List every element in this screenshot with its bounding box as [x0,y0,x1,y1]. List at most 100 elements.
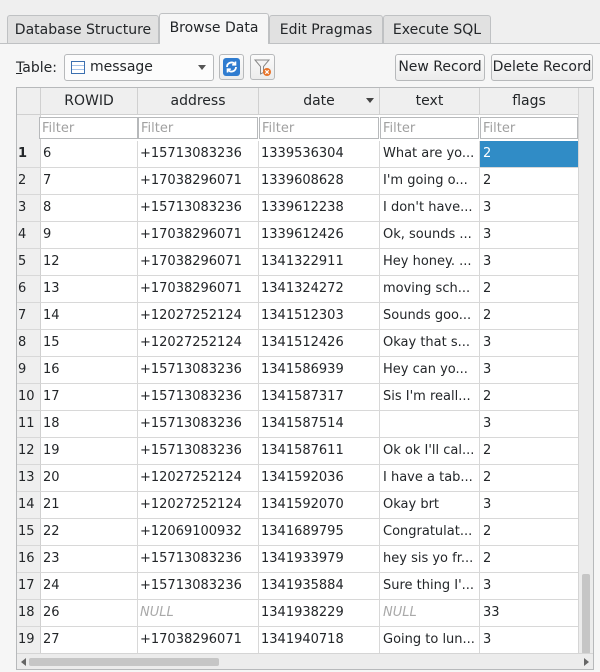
cell-rowid[interactable]: 9 [41,222,138,249]
cell-text[interactable]: Ok ok I'll cal... [380,438,480,465]
tab-edit-pragmas[interactable]: Edit Pragmas [269,15,383,44]
cell-date[interactable]: 1341938229 [259,600,380,627]
cell-date[interactable]: 1341592036 [259,465,380,492]
cell-flags[interactable]: 2 [480,276,580,303]
cell-rowid[interactable]: 27 [41,627,138,654]
delete-record-button[interactable]: Delete Record [491,54,593,81]
row-number[interactable]: 1 [17,141,41,168]
cell-address[interactable]: +12027252124 [138,465,259,492]
grid-corner[interactable] [17,88,41,115]
scroll-right-icon[interactable] [584,658,589,666]
cell-text[interactable]: Sure thing I'... [380,573,480,600]
filter-input-flags[interactable] [480,117,578,139]
cell-text[interactable]: Sis I'm reall... [380,384,480,411]
cell-address[interactable]: NULL [138,600,259,627]
cell-flags[interactable]: 3 [480,411,580,438]
table-row[interactable]: 16 23 +15713083236 1341933979 hey sis yo fr.… [17,546,580,573]
cell-address[interactable]: +17038296071 [138,627,259,654]
clear-filters-button[interactable] [250,54,275,80]
cell-address[interactable]: +15713083236 [138,357,259,384]
new-record-button[interactable]: New Record [395,54,485,81]
cell-address[interactable]: +15713083236 [138,546,259,573]
cell-text[interactable]: NULL [380,600,480,627]
cell-text[interactable]: moving sch... [380,276,480,303]
column-header-rowid[interactable]: ROWID [41,88,138,115]
table-row[interactable]: 2 7 +17038296071 1339608628 I'm going o... 2 [17,168,580,195]
cell-address[interactable]: +17038296071 [138,168,259,195]
cell-rowid[interactable]: 19 [41,438,138,465]
filter-input-date[interactable] [259,117,379,139]
cell-rowid[interactable]: 15 [41,330,138,357]
cell-flags[interactable]: 2 [480,141,580,168]
cell-date[interactable]: 1339612426 [259,222,380,249]
scroll-left-icon[interactable] [21,658,26,666]
cell-address[interactable]: +17038296071 [138,276,259,303]
cell-rowid[interactable]: 6 [41,141,138,168]
cell-rowid[interactable]: 7 [41,168,138,195]
vertical-scrollbar[interactable] [578,88,593,654]
cell-date[interactable]: 1341933979 [259,546,380,573]
cell-text[interactable]: I have a tab... [380,465,480,492]
cell-address[interactable]: +12069100932 [138,519,259,546]
cell-text[interactable]: Hey can yo... [380,357,480,384]
cell-address[interactable]: +12027252124 [138,492,259,519]
cell-rowid[interactable]: 13 [41,276,138,303]
table-row[interactable]: 14 21 +12027252124 1341592070 Okay brt 3 [17,492,580,519]
data-grid[interactable]: ROWID address date text flags 16+1571308… [16,87,594,670]
cell-rowid[interactable]: 12 [41,249,138,276]
cell-address[interactable]: +15713083236 [138,438,259,465]
table-row[interactable]: 10 17 +15713083236 1341587317 Sis I'm reall.… [17,384,580,411]
table-row[interactable]: 5 12 +17038296071 1341322911 Hey honey. ... 3 [17,249,580,276]
table-row[interactable]: 17 24 +15713083236 1341935884 Sure thing I'.… [17,573,580,600]
cell-flags[interactable]: 3 [480,222,580,249]
cell-date[interactable]: 1339612238 [259,195,380,222]
row-number[interactable]: 6 [17,276,41,303]
cell-address[interactable]: +15713083236 [138,573,259,600]
row-number[interactable]: 12 [17,438,41,465]
cell-rowid[interactable]: 17 [41,384,138,411]
cell-date[interactable]: 1341322911 [259,249,380,276]
row-number[interactable]: 13 [17,465,41,492]
cell-date[interactable]: 1341512426 [259,330,380,357]
cell-flags[interactable]: 3 [480,357,580,384]
cell-text[interactable]: Sounds goo... [380,303,480,330]
filter-input-rowid[interactable] [39,117,138,139]
column-header-date[interactable]: date [259,88,380,115]
cell-address[interactable]: +15713083236 [138,384,259,411]
row-number[interactable]: 14 [17,492,41,519]
horizontal-scrollbar[interactable] [17,653,593,669]
filter-input-text[interactable] [380,117,479,139]
table-row[interactable]: 3 8 +15713083236 1339612238 I don't have... 3 [17,195,580,222]
refresh-button[interactable] [219,54,244,80]
row-number[interactable]: 19 [17,627,41,654]
cell-flags[interactable]: 2 [480,303,580,330]
cell-flags[interactable]: 33 [480,600,580,627]
cell-date[interactable]: 1341587611 [259,438,380,465]
tab-database-structure[interactable]: Database Structure [7,15,159,44]
cell-date[interactable]: 1339536304 [259,141,380,168]
table-row[interactable]: 11 18 +15713083236 1341587514 3 [17,411,580,438]
cell-date[interactable]: 1341689795 [259,519,380,546]
vertical-scroll-thumb[interactable] [582,574,590,654]
cell-rowid[interactable]: 21 [41,492,138,519]
cell-rowid[interactable]: 14 [41,303,138,330]
cell-flags[interactable]: 3 [480,573,580,600]
table-select[interactable]: message [64,54,214,81]
cell-rowid[interactable]: 23 [41,546,138,573]
row-number[interactable]: 4 [17,222,41,249]
column-header-text[interactable]: text [380,88,480,115]
table-row[interactable]: 6 13 +17038296071 1341324272 moving sch... 2 [17,276,580,303]
cell-text[interactable]: What are yo... [380,141,480,168]
column-header-flags[interactable]: flags [480,88,579,115]
cell-date[interactable]: 1341935884 [259,573,380,600]
cell-text[interactable] [380,411,480,438]
tab-execute-sql[interactable]: Execute SQL [383,15,491,44]
cell-flags[interactable]: 2 [480,384,580,411]
cell-address[interactable]: +17038296071 [138,249,259,276]
cell-flags[interactable]: 2 [480,168,580,195]
cell-address[interactable]: +15713083236 [138,411,259,438]
cell-flags[interactable]: 2 [480,519,580,546]
table-row[interactable]: 13 20 +12027252124 1341592036 I have a tab..… [17,465,580,492]
column-header-address[interactable]: address [138,88,259,115]
cell-text[interactable]: Ok, sounds ... [380,222,480,249]
